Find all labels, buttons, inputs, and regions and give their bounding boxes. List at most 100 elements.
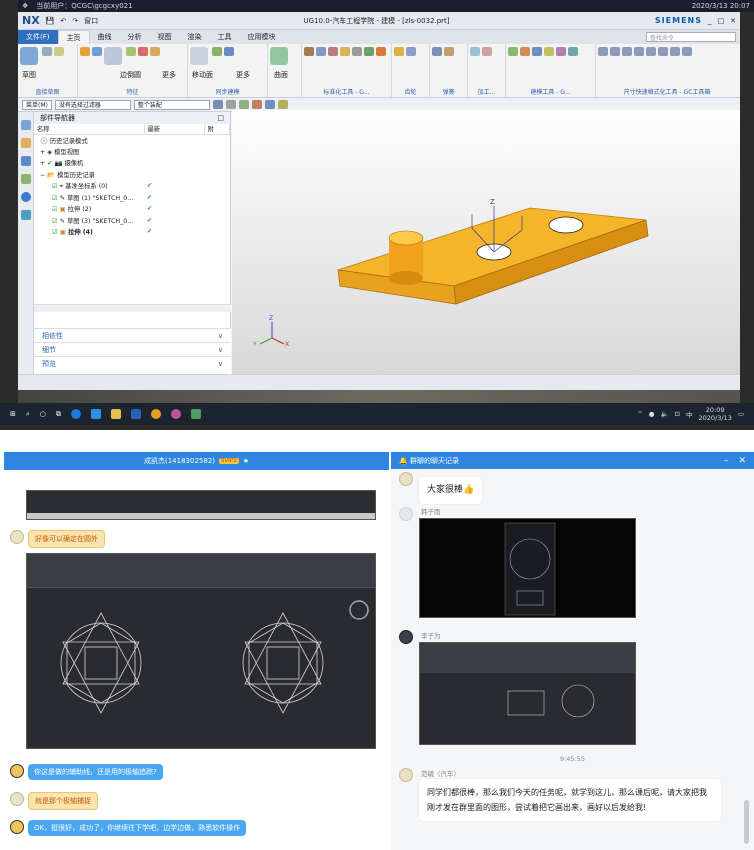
- teacher-avatar[interactable]: [10, 820, 24, 834]
- check-icon[interactable]: ✔: [47, 160, 52, 167]
- spring-icon[interactable]: [364, 47, 374, 56]
- tree-row[interactable]: 🕓 历史记录模式: [34, 134, 230, 146]
- navigator-maximize-icon[interactable]: □: [217, 114, 224, 122]
- expand-icon[interactable]: +: [40, 149, 45, 156]
- chamfer-icon[interactable]: [150, 47, 160, 56]
- move-face-icon[interactable]: [190, 47, 208, 65]
- window-menu[interactable]: 窗口: [84, 16, 98, 26]
- tab-view[interactable]: 视图: [150, 30, 180, 44]
- save-icon[interactable]: 💾: [46, 17, 55, 25]
- tab-analysis[interactable]: 分析: [120, 30, 150, 44]
- dim-icon-8[interactable]: [682, 47, 692, 56]
- extrude-icon[interactable]: [80, 47, 90, 56]
- dim-icon-5[interactable]: [646, 47, 656, 56]
- assembly-select[interactable]: 整个装配: [133, 99, 210, 110]
- select-icon[interactable]: [225, 100, 236, 109]
- tree-row[interactable]: − 📂 模型历史记录: [34, 169, 230, 181]
- model-tool-icon-1[interactable]: [508, 47, 518, 56]
- col-latest[interactable]: 最新: [144, 124, 205, 135]
- tab-file[interactable]: 文件(F): [18, 30, 58, 44]
- dim-icon-3[interactable]: [622, 47, 632, 56]
- tree-row[interactable]: ☑ ⌖ 基准坐标系 (0) ✔: [34, 180, 230, 192]
- student-avatar[interactable]: [10, 792, 24, 806]
- snap-icon[interactable]: [212, 100, 223, 109]
- tab-applications[interactable]: 应用模块: [240, 30, 284, 44]
- word-icon[interactable]: [130, 409, 141, 419]
- autocad-screenshot[interactable]: [26, 553, 376, 749]
- assembly-navigator-icon[interactable]: [20, 138, 31, 148]
- bevel-gear-icon[interactable]: [406, 47, 416, 56]
- offset-icon[interactable]: [212, 47, 222, 56]
- file-explorer-icon[interactable]: [110, 409, 121, 419]
- scrollbar[interactable]: [744, 800, 749, 844]
- nx-taskbar-icon[interactable]: [190, 409, 201, 419]
- machining-icon[interactable]: [470, 47, 480, 56]
- checkbox-icon[interactable]: ☑: [52, 229, 58, 236]
- undo-icon[interactable]: ↶: [60, 17, 66, 25]
- app-icon[interactable]: [170, 409, 181, 419]
- tree-row[interactable]: ☑ ▣ 拉伸 (2) ✔: [34, 203, 230, 215]
- pin-icon[interactable]: [340, 47, 350, 56]
- subtract-icon[interactable]: [138, 47, 148, 56]
- col-name[interactable]: 名称: [34, 124, 145, 135]
- chrome-icon[interactable]: [150, 409, 161, 419]
- checkbox-icon[interactable]: ☑: [52, 183, 58, 190]
- notification-icon[interactable]: ▭: [738, 410, 744, 418]
- menu-dropdown[interactable]: 菜单(M): [22, 99, 52, 110]
- minimize-button[interactable]: –: [724, 456, 729, 466]
- horizontal-scrollbar[interactable]: [34, 304, 231, 312]
- col-extra[interactable]: 附: [204, 124, 230, 135]
- command-search-input[interactable]: 查找命令: [646, 32, 736, 42]
- part-navigator-icon[interactable]: [20, 120, 31, 130]
- sketch-icon[interactable]: [20, 47, 38, 65]
- panel-dependencies[interactable]: 相依性 ∨: [34, 328, 231, 342]
- tab-tools[interactable]: 工具: [210, 30, 240, 44]
- shared-image[interactable]: [419, 518, 636, 618]
- model-tool-icon-2[interactable]: [520, 47, 530, 56]
- dim-icon-1[interactable]: [598, 47, 608, 56]
- tree-row[interactable]: + ✔ 📷 摄像机: [34, 157, 230, 169]
- member-avatar[interactable]: [399, 630, 413, 644]
- dim-icon-4[interactable]: [634, 47, 644, 56]
- model-tool-icon-4[interactable]: [544, 47, 554, 56]
- replace-face-icon[interactable]: [224, 47, 234, 56]
- wechat-icon[interactable]: ●: [649, 410, 655, 418]
- start-icon[interactable]: ⊞: [10, 410, 16, 418]
- edge-blend-icon[interactable]: [104, 47, 122, 65]
- history-icon[interactable]: [20, 210, 31, 220]
- render-icon[interactable]: [277, 100, 288, 109]
- dim-icon-7[interactable]: [670, 47, 680, 56]
- graphics-viewport[interactable]: Z Z Y X: [232, 110, 740, 374]
- view-icon[interactable]: [264, 100, 275, 109]
- edge-browser-icon[interactable]: [70, 409, 81, 419]
- close-button[interactable]: ✕: [738, 456, 746, 466]
- dim-icon-6[interactable]: [658, 47, 668, 56]
- checkbox-icon[interactable]: ☑: [52, 218, 58, 225]
- disc-spring-icon[interactable]: [444, 47, 454, 56]
- member-avatar[interactable]: [399, 472, 413, 486]
- gear-icon[interactable]: [352, 47, 362, 56]
- point-icon[interactable]: [238, 100, 249, 109]
- dim-icon-2[interactable]: [610, 47, 620, 56]
- web-browser-icon[interactable]: [20, 192, 31, 202]
- model-tool-icon-5[interactable]: [556, 47, 566, 56]
- std-tool-icon[interactable]: [376, 47, 386, 56]
- model-tool-icon-6[interactable]: [568, 47, 578, 56]
- panel-details[interactable]: 细节 ∨: [34, 342, 231, 356]
- groove-icon[interactable]: [482, 47, 492, 56]
- expand-icon[interactable]: +: [40, 160, 45, 167]
- shared-screenshot[interactable]: [26, 490, 376, 520]
- close-button[interactable]: ✕: [730, 17, 736, 25]
- line-icon[interactable]: [251, 100, 262, 109]
- checkbox-icon[interactable]: ☑: [52, 206, 58, 213]
- bolt-icon[interactable]: [304, 47, 314, 56]
- filter-select[interactable]: 没有选择过滤器: [54, 99, 131, 110]
- reuse-library-icon[interactable]: [20, 174, 31, 184]
- student-avatar[interactable]: [10, 530, 24, 544]
- task-view-icon[interactable]: ⧉: [56, 410, 61, 419]
- model-tool-icon-3[interactable]: [532, 47, 542, 56]
- tree-row[interactable]: ☑ ✎ 草图 (1) "SKETCH_0... ✔: [34, 192, 230, 204]
- constraint-navigator-icon[interactable]: [20, 156, 31, 166]
- network-icon[interactable]: ⊡: [675, 410, 680, 418]
- unite-icon[interactable]: [126, 47, 136, 56]
